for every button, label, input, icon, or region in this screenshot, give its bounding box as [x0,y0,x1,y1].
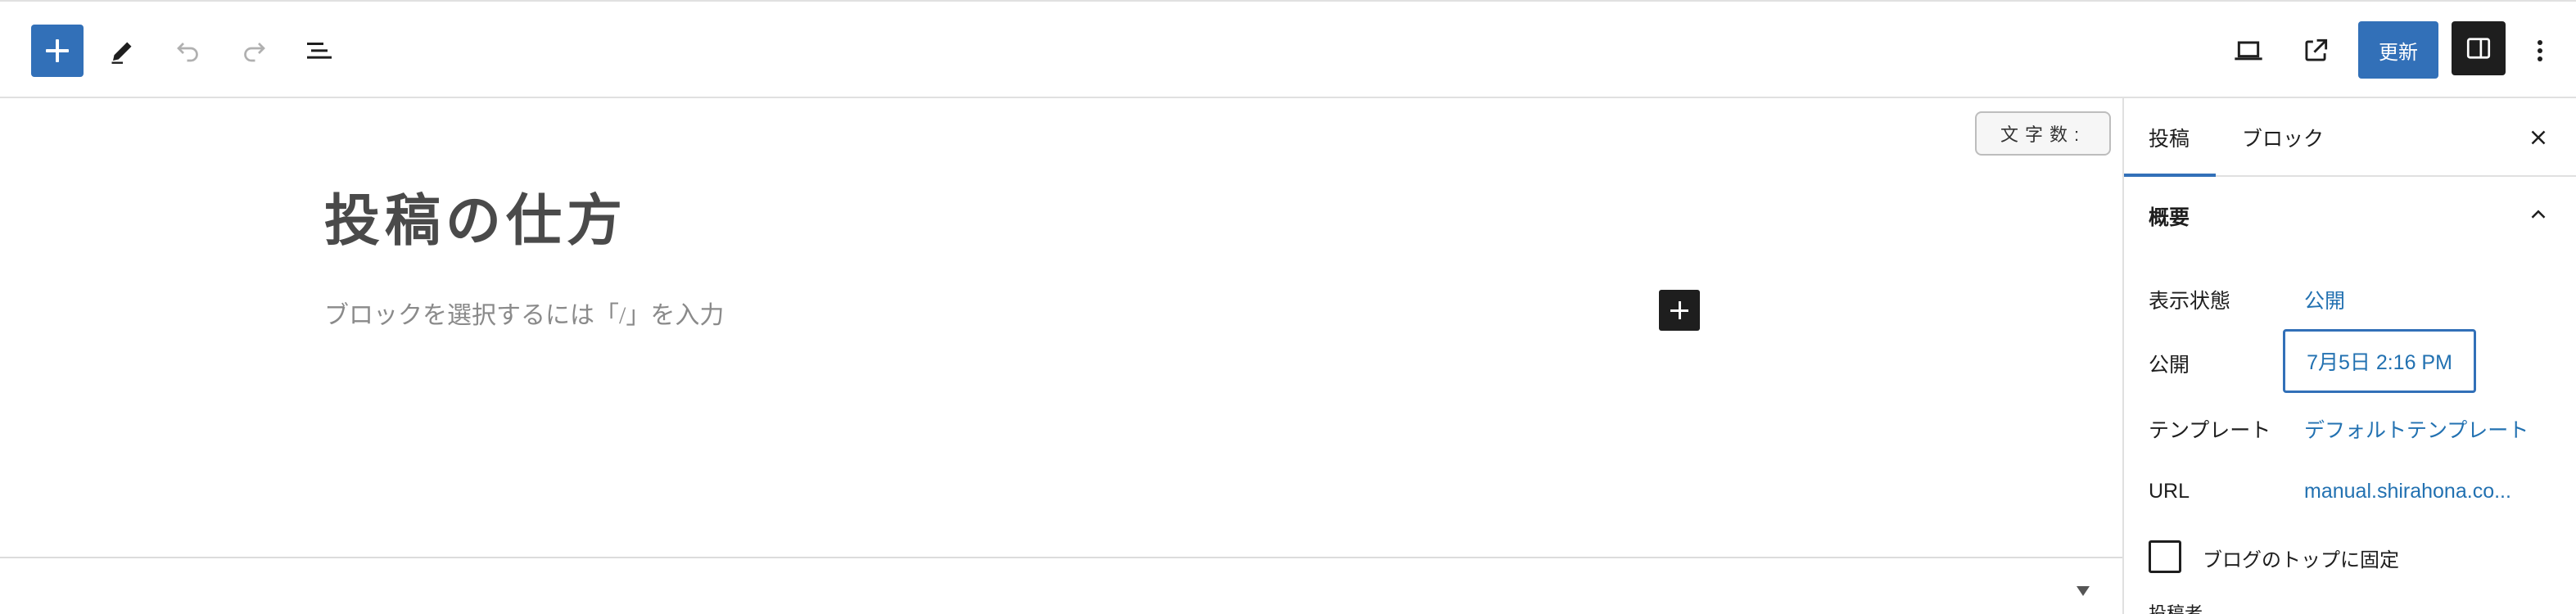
settings-sidebar: 投稿 ブロック 概要 表示状態 公開 公開 7月5日 2:16 PM テンプレー… [2122,98,2576,614]
close-sidebar-button[interactable] [2517,116,2560,159]
close-icon [2531,130,2546,145]
sidebar-icon [2466,38,2491,59]
preview-button[interactable] [2226,28,2271,74]
vertical-ellipsis-icon [2538,40,2542,61]
post-title[interactable]: 投稿の仕方 [324,175,627,256]
footer-divider [0,557,2122,558]
external-link-icon [2305,38,2328,61]
redo-button[interactable] [231,28,277,74]
view-post-button[interactable] [2293,28,2339,74]
author-label: 投稿者 [2149,603,2203,614]
visibility-label: 表示状態 [2149,290,2231,313]
pencil-icon [111,42,132,64]
list-view-icon [307,43,332,59]
tab-post[interactable]: 投稿 [2149,98,2190,177]
tools-button[interactable] [100,28,146,74]
sticky-checkbox[interactable] [2149,540,2181,573]
url-value-link[interactable]: manual.shirahona.co... [2304,480,2511,503]
template-label: テンプレート [2149,419,2271,442]
visibility-value-link[interactable]: 公開 [2304,285,2345,314]
summary-panel-title: 概要 [2149,206,2190,229]
template-value-link[interactable]: デフォルトテンプレート [2304,414,2529,444]
summary-panel-header[interactable]: 概要 [2124,177,2576,255]
url-label: URL [2149,480,2190,503]
collapse-summary-button[interactable] [2517,193,2560,236]
undo-icon [177,43,198,62]
sidebar-tabs: 投稿 ブロック [2124,98,2576,177]
update-button[interactable]: 更新 [2358,21,2438,79]
publish-date-button[interactable]: 7月5日 2:16 PM [2283,329,2476,393]
sticky-checkbox-label[interactable]: ブログのトップに固定 [2203,544,2399,572]
word-count-button[interactable]: 文字数: [1975,111,2111,156]
undo-button[interactable] [165,28,211,74]
document-overview-button[interactable] [296,28,342,74]
caret-down-icon[interactable] [2077,586,2090,596]
options-button[interactable] [2524,28,2556,74]
editor-canvas: 文字数: 投稿の仕方 ブロックを選択するには「/」を入力 [0,98,2122,614]
chevron-up-icon [2531,210,2546,219]
inline-block-inserter-button[interactable] [1659,290,1700,331]
editor-toolbar: 更新 [0,0,2576,98]
settings-sidebar-toggle[interactable] [2452,21,2506,75]
block-inserter-button[interactable] [31,25,84,77]
laptop-icon [2235,41,2262,61]
publish-label: 公開 [2149,354,2190,377]
tab-block[interactable]: ブロック [2242,98,2324,177]
block-placeholder[interactable]: ブロックを選択するには「/」を入力 [324,295,724,331]
redo-icon [244,43,265,62]
